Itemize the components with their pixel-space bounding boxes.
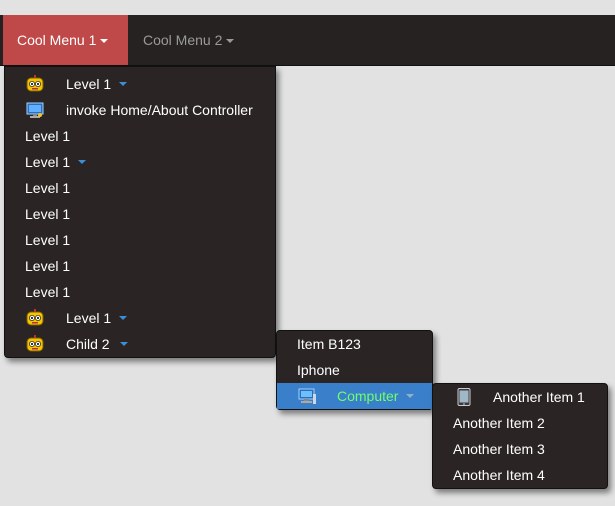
menu-item-label: Level 1 — [25, 284, 71, 300]
menu-item-level1[interactable]: Level 1 — [5, 279, 275, 305]
cool-menu-1-dropdown: Level 1 invoke Home/About Controller Lev… — [4, 66, 276, 358]
robot-icon — [26, 335, 44, 353]
menu-item-label: Level 1 — [25, 128, 71, 144]
menu-item-level1[interactable]: Level 1 — [5, 305, 275, 331]
menu-item-item-b123[interactable]: Item B123 — [277, 331, 432, 357]
caret-down-icon — [119, 316, 127, 320]
menu-item-computer[interactable]: Computer — [277, 383, 432, 409]
menu-item-iphone[interactable]: Iphone — [277, 357, 432, 383]
robot-icon — [26, 75, 44, 93]
menu-item-label: Level 1 — [25, 154, 71, 170]
menu-item-label: Child 2 — [66, 336, 110, 352]
tablet-icon — [455, 388, 473, 406]
menu-item-another-item-1[interactable]: Another Item 1 — [433, 384, 607, 410]
menu-item-label: Level 1 — [25, 232, 71, 248]
monitor-icon — [26, 101, 44, 119]
robot-icon — [26, 309, 44, 327]
menu-item-another-item-4[interactable]: Another Item 4 — [433, 462, 607, 488]
menu-item-another-item-3[interactable]: Another Item 3 — [433, 436, 607, 462]
nav-cool-menu-2[interactable]: Cool Menu 2 — [129, 15, 249, 65]
nav-cool-menu-2-label: Cool Menu 2 — [143, 32, 223, 48]
menu-item-label: Another Item 1 — [493, 389, 585, 405]
menu-item-another-item-2[interactable]: Another Item 2 — [433, 410, 607, 436]
menu-item-label: invoke Home/About Controller — [66, 102, 253, 118]
menu-item-level1[interactable]: Level 1 — [5, 71, 275, 97]
menu-item-label: Another Item 2 — [453, 415, 545, 431]
caret-down-icon — [406, 394, 414, 398]
nav-cool-menu-1-label: Cool Menu 1 — [17, 32, 97, 48]
caret-down-icon — [120, 342, 128, 346]
menu-item-label: Level 1 — [25, 258, 71, 274]
menu-item-label: Level 1 — [25, 206, 71, 222]
caret-down-icon — [226, 39, 235, 44]
menu-item-level1[interactable]: Level 1 — [5, 253, 275, 279]
menu-item-label: Another Item 4 — [453, 467, 545, 483]
menu-item-level1[interactable]: Level 1 — [5, 201, 275, 227]
menu-item-level1[interactable]: Level 1 — [5, 175, 275, 201]
caret-down-icon — [100, 39, 109, 44]
menu-item-label: Iphone — [297, 362, 340, 378]
menu-item-label: Level 1 — [25, 180, 71, 196]
computer-submenu: Another Item 1 Another Item 2 Another It… — [432, 383, 608, 489]
menu-item-level1[interactable]: Level 1 — [5, 227, 275, 253]
menu-item-label: Another Item 3 — [453, 441, 545, 457]
computer-icon — [298, 387, 316, 405]
nav-cool-menu-1[interactable]: Cool Menu 1 — [3, 15, 128, 65]
menu-item-level1[interactable]: Level 1 — [5, 149, 275, 175]
top-navbar: Cool Menu 1 Cool Menu 2 — [0, 15, 615, 66]
menu-item-label: Item B123 — [297, 336, 361, 352]
caret-down-icon — [119, 82, 127, 86]
menu-item-level1[interactable]: Level 1 — [5, 123, 275, 149]
menu-item-label: Level 1 — [66, 76, 112, 92]
caret-down-icon — [78, 160, 86, 164]
menu-item-label: Level 1 — [66, 310, 112, 326]
menu-item-child-2[interactable]: Child 2 — [5, 331, 275, 357]
child-2-submenu: Item B123 Iphone Computer — [276, 330, 433, 410]
menu-item-label: Computer — [337, 388, 399, 404]
menu-item-invoke-home-about[interactable]: invoke Home/About Controller — [5, 97, 275, 123]
